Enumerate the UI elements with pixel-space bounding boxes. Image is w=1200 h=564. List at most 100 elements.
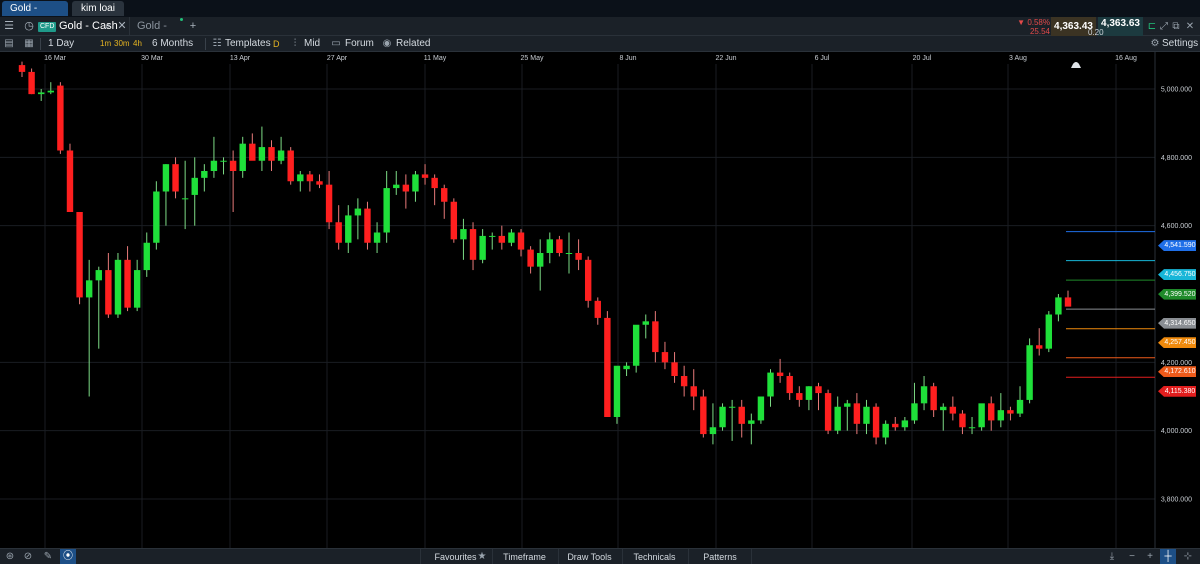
- candle-down: [306, 174, 314, 182]
- candle-down: [680, 376, 688, 387]
- candle-up: [920, 386, 928, 404]
- expand-icon[interactable]: ⤢: [1158, 17, 1170, 36]
- candle-down: [575, 253, 582, 260]
- settings-button[interactable]: Settings: [1162, 36, 1198, 52]
- price-level-tag[interactable]: 4,541.590: [1158, 240, 1196, 252]
- candle-down: [76, 212, 83, 298]
- ask-price-button[interactable]: 4,363.63: [1098, 17, 1143, 36]
- candle-up: [834, 406, 841, 431]
- chat-icon: ▭: [331, 38, 341, 49]
- candle-up: [1045, 314, 1053, 349]
- candle-down: [949, 406, 957, 414]
- candle-up: [901, 420, 909, 428]
- price-level-tag[interactable]: 4,115.380: [1158, 385, 1196, 397]
- list-icon[interactable]: ▤: [2, 36, 16, 52]
- price-chart[interactable]: 16 Mar 30 Mar 13 Apr 27 Apr 11 May 25 May 8 Ju…: [0, 52, 1200, 548]
- candle-up: [613, 365, 621, 417]
- candle-up: [757, 396, 765, 421]
- magnet-icon[interactable]: ⦿: [60, 549, 76, 564]
- candle-down: [229, 160, 237, 171]
- patterns-button[interactable]: Patterns: [688, 549, 752, 564]
- draw-tools-button[interactable]: Draw Tools: [558, 549, 620, 564]
- search-icon[interactable]: ⌕: [102, 17, 114, 36]
- date-axis-label: 3 Aug: [1009, 55, 1027, 62]
- zoom-in-icon[interactable]: +: [1142, 549, 1158, 564]
- candle-down: [652, 321, 659, 353]
- hide-icon[interactable]: ⊘: [20, 549, 36, 564]
- link-icon[interactable]: ⊏: [1146, 17, 1158, 36]
- hamburger-icon[interactable]: ☰: [0, 17, 18, 36]
- candle-down: [469, 229, 477, 260]
- zoom-out-icon[interactable]: −: [1124, 549, 1140, 564]
- candle-down: [930, 386, 937, 411]
- timeframe-button[interactable]: Timeframe: [492, 549, 556, 564]
- candle-up: [642, 321, 649, 325]
- range-select[interactable]: 6 Months: [152, 36, 193, 52]
- price-axis-label: 4,800.000: [1161, 155, 1192, 162]
- candle-up: [373, 232, 381, 243]
- candle-down: [661, 352, 669, 363]
- candle-up: [153, 191, 160, 243]
- price-axis-label: 4,000.000: [1161, 428, 1192, 435]
- workspace-tab-gold-cash[interactable]: Gold - Cash: [2, 1, 68, 29]
- price-level-tag[interactable]: 4,456.750: [1158, 269, 1196, 281]
- candle-down: [671, 362, 678, 376]
- mid-button[interactable]: Mid: [304, 36, 320, 52]
- pencil-icon[interactable]: ✎: [40, 549, 56, 564]
- candle-up: [210, 160, 218, 171]
- star-icon[interactable]: ★: [474, 549, 490, 564]
- grid-icon[interactable]: ▦: [22, 36, 36, 52]
- candle-up: [191, 177, 198, 195]
- candle-up: [258, 147, 266, 161]
- new-indicator-dot: [180, 18, 183, 21]
- candle-up: [37, 92, 45, 95]
- price-level-tag[interactable]: 4,257.450: [1158, 337, 1196, 349]
- timeframe-1m[interactable]: 1m: [100, 36, 111, 52]
- interval-select[interactable]: 1 Day: [48, 36, 74, 52]
- candle-down: [786, 376, 793, 394]
- crosshair-icon[interactable]: ┼: [1160, 549, 1176, 564]
- eye-toggle-icon[interactable]: ⊛: [2, 549, 18, 564]
- price-axis-label: 4,600.000: [1161, 223, 1192, 230]
- candle-down: [325, 184, 333, 223]
- date-axis-label: 25 May: [521, 55, 544, 62]
- window-close-icon[interactable]: ✕: [1184, 17, 1196, 36]
- cfd-badge: CFD: [38, 22, 57, 32]
- download-icon[interactable]: ⤓: [1104, 549, 1120, 564]
- gear-icon[interactable]: ⚙: [1148, 36, 1162, 52]
- candle-up: [479, 235, 486, 260]
- templates-button[interactable]: Templates: [225, 36, 271, 52]
- price-level-tag[interactable]: 4,172.610: [1158, 366, 1196, 378]
- close-icon[interactable]: ✕: [116, 17, 128, 36]
- price-level-tag[interactable]: 4,314.650: [1158, 317, 1196, 329]
- candle-up: [805, 386, 813, 400]
- instrument-tab-second[interactable]: Gold - Cash: [129, 17, 181, 51]
- timeframe-4h[interactable]: 4h: [133, 36, 142, 52]
- forum-button[interactable]: Forum: [345, 36, 374, 52]
- related-button[interactable]: Related: [396, 36, 430, 52]
- candle-up: [85, 280, 93, 298]
- candle-down: [28, 71, 35, 95]
- add-tab-icon[interactable]: +: [186, 17, 200, 36]
- workspace-tab-kim-loai[interactable]: kim loai: [72, 1, 124, 16]
- candle-up: [940, 406, 947, 411]
- candlestick-chart-svg[interactable]: 16 Mar 30 Mar 13 Apr 27 Apr 11 May 25 May 8 Ju…: [0, 52, 1200, 548]
- change-absolute: 25.54: [1029, 27, 1050, 36]
- candle-down: [690, 386, 697, 397]
- fit-icon[interactable]: ⊹: [1180, 549, 1196, 564]
- candle-down: [287, 150, 294, 182]
- technicals-button[interactable]: Technicals: [622, 549, 686, 564]
- candle-down: [66, 150, 74, 212]
- price-axis-label: 4,200.000: [1161, 360, 1192, 367]
- price-level-tag[interactable]: 4,399.520: [1158, 288, 1196, 300]
- d-button[interactable]: D: [273, 36, 280, 52]
- candle-down: [431, 177, 438, 189]
- candle-down: [959, 413, 966, 428]
- clock-icon[interactable]: ◷: [22, 17, 36, 36]
- date-axis-label: 27 Apr: [327, 55, 348, 62]
- candle-down: [527, 249, 534, 267]
- popout-icon[interactable]: ⧉: [1170, 17, 1182, 36]
- candle-up: [383, 188, 390, 233]
- candle-up: [508, 232, 515, 243]
- timeframe-30m[interactable]: 30m: [114, 36, 130, 52]
